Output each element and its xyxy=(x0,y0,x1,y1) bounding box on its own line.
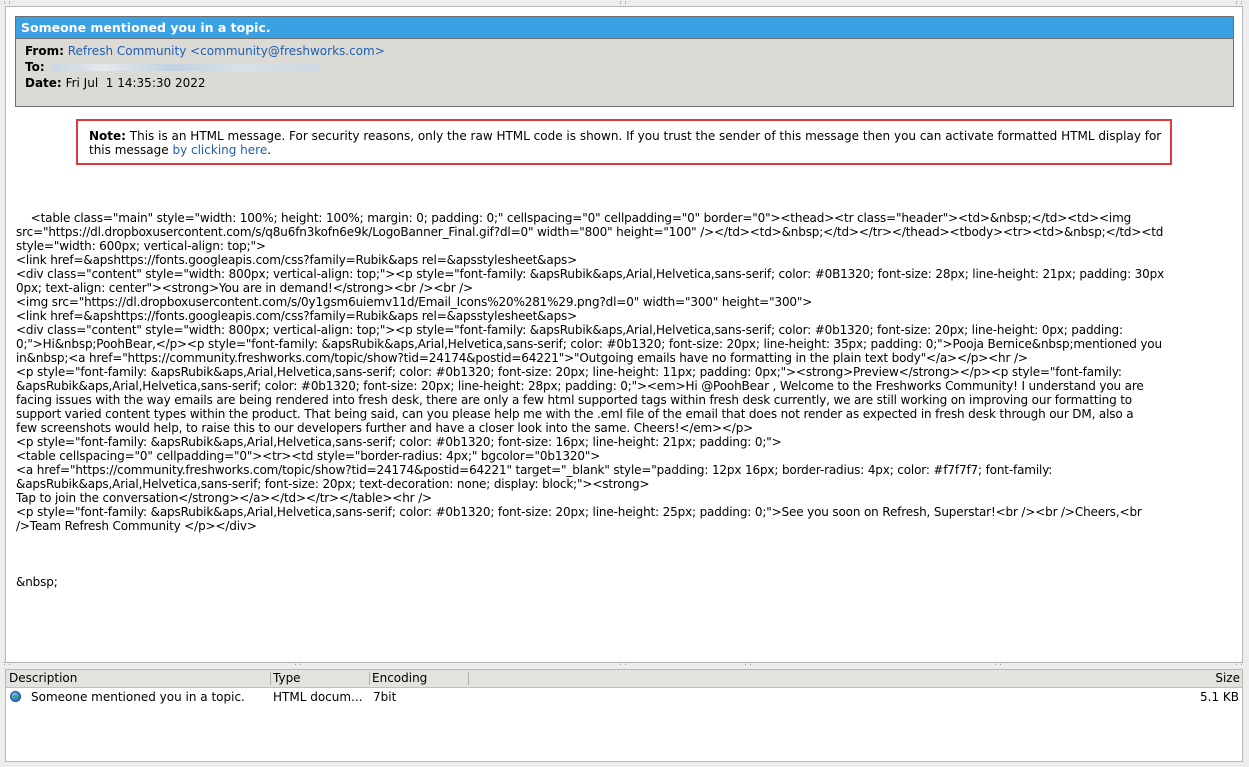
grip-dots-icon xyxy=(1236,1,1242,4)
grip-dots-icon xyxy=(1236,662,1242,665)
grip-dots-icon xyxy=(295,662,301,665)
to-row: To: xyxy=(25,59,1233,75)
raw-html-text: <table class="main" style="width: 100%; … xyxy=(16,211,1165,533)
attachment-description: Someone mentioned you in a topic. xyxy=(31,690,245,704)
grip-dots-icon xyxy=(995,662,1001,665)
column-description[interactable]: Description xyxy=(6,670,77,687)
column-type[interactable]: Type xyxy=(270,670,301,687)
grip-dots-icon xyxy=(620,1,626,4)
column-separator[interactable] xyxy=(468,672,469,685)
date-label: Date: xyxy=(25,76,62,90)
from-label: From: xyxy=(25,44,64,58)
attachment-encoding: 7bit xyxy=(373,690,397,704)
grip-dots-icon xyxy=(4,662,10,665)
from-row: From: Refresh Community <community@fresh… xyxy=(25,43,1233,59)
column-size[interactable]: Size xyxy=(1212,670,1240,687)
raw-html-tail: &nbsp; xyxy=(16,575,58,589)
column-encoding[interactable]: Encoding xyxy=(369,670,427,687)
date-value: Fri Jul 1 14:35:30 2022 xyxy=(65,76,206,90)
message-viewer[interactable]: Someone mentioned you in a topic. From: … xyxy=(5,6,1243,663)
note-end: . xyxy=(267,143,272,157)
grip-dots-icon xyxy=(745,662,751,665)
attachment-list[interactable]: Description Type Encoding Size Someone m… xyxy=(5,669,1243,762)
message-header: Someone mentioned you in a topic. From: … xyxy=(15,16,1234,107)
note-label: Note: xyxy=(89,129,126,143)
attachment-type: HTML docum... xyxy=(273,690,363,704)
message-subject: Someone mentioned you in a topic. xyxy=(16,17,1233,39)
security-note: Note: This is an HTML message. For secur… xyxy=(76,119,1172,165)
from-address-link[interactable]: Refresh Community <community@freshworks.… xyxy=(68,44,385,58)
attachment-size: 5.1 KB xyxy=(1200,690,1239,704)
attachment-row[interactable]: Someone mentioned you in a topic. HTML d… xyxy=(6,688,1242,706)
enable-html-link[interactable]: by clicking here xyxy=(172,143,267,157)
grip-dots-icon xyxy=(620,662,626,665)
raw-html-body: <table class="main" style="width: 100%; … xyxy=(16,197,1236,617)
attachment-list-header: Description Type Encoding Size xyxy=(6,670,1242,688)
pane-splitter[interactable] xyxy=(0,661,1249,667)
to-label: To: xyxy=(25,60,45,74)
date-row: Date: Fri Jul 1 14:35:30 2022 xyxy=(25,75,1233,91)
grip-dots-icon xyxy=(4,1,10,4)
redacted-recipient xyxy=(50,64,321,71)
html-document-icon xyxy=(10,691,21,702)
